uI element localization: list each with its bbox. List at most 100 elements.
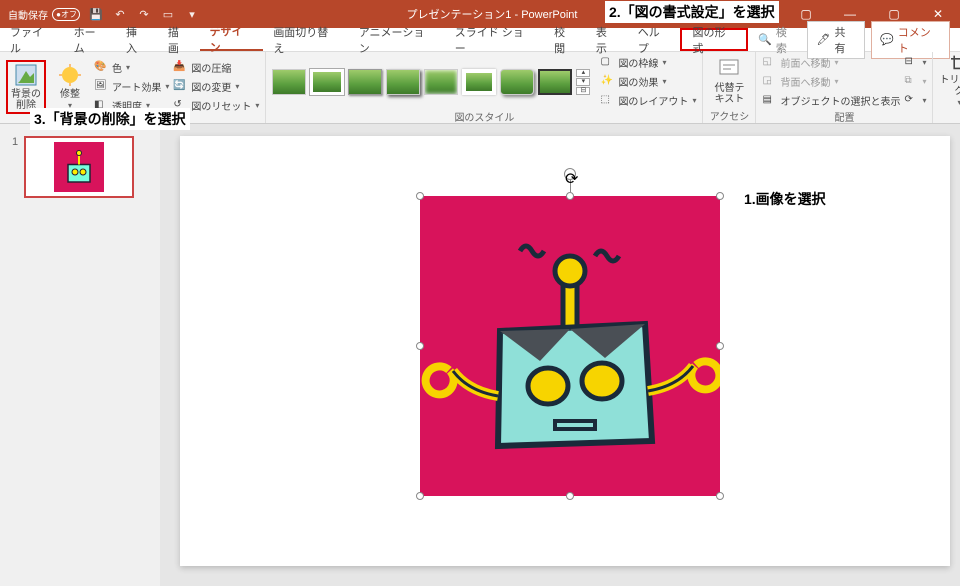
resize-handle[interactable] [716,492,724,500]
undo-icon[interactable]: ↶ [112,6,128,22]
gallery-more-icon[interactable]: ⊟ [576,87,590,95]
corrections-label: 修整 [60,89,80,100]
thumb-robot-icon [54,142,104,192]
remove-background-icon [14,63,38,87]
send-backward-icon: ◲ [762,75,776,89]
tab-help[interactable]: ヘルプ [628,28,681,51]
compress-pictures-button[interactable]: 📥図の圧縮 [173,59,259,76]
style-thumb[interactable] [348,69,382,95]
gallery-scroll[interactable]: ▴ ▾ ⊟ [576,69,590,95]
rotate-icon: ⟳ [904,94,918,108]
effects-icon: ✨ [600,75,614,89]
compress-icon: 📥 [173,61,187,75]
tab-transitions[interactable]: 画面切り替え [263,28,348,51]
annotation-step3: 3.「背景の削除」を選択 [30,108,190,130]
comment-icon: 💬 [880,33,894,46]
qat-more-icon[interactable]: ▾ [184,6,200,22]
style-thumb[interactable] [310,69,344,95]
artistic-icon: 🖼 [94,80,108,94]
tab-view[interactable]: 表示 [586,28,628,51]
slide-editor[interactable]: 1.画像を選択 [160,124,960,586]
autosave-label: 自動保存 [8,7,48,22]
tab-home[interactable]: ホーム [64,28,116,51]
selection-pane-icon: ▤ [762,94,776,108]
picture-border-button[interactable]: ▢図の枠線 ▾ [600,54,696,71]
tab-file[interactable]: ファイル [0,28,64,51]
rotation-handle[interactable]: ⟳ [564,168,576,180]
selection-pane-button[interactable]: ▤オブジェクトの選択と表示 [762,92,900,109]
gallery-up-icon[interactable]: ▴ [576,69,590,77]
robot-image [420,196,720,496]
remove-background-button[interactable]: 背景の 削除 [6,60,46,114]
style-thumb[interactable] [462,69,496,95]
picture-layout-button[interactable]: ⬚図のレイアウト ▾ [600,92,696,109]
slide-canvas[interactable]: 1.画像を選択 [180,136,950,566]
alt-text-button[interactable]: 代替テ キスト [709,54,749,108]
start-slideshow-icon[interactable]: ▭ [160,6,176,22]
group-picture-styles: ▴ ▾ ⊟ ▢図の枠線 ▾ ✨図の効果 ▾ ⬚図のレイアウト ▾ 図のスタイル [266,52,703,123]
group-size-label: サイズ [939,108,960,125]
tab-draw[interactable]: 描画 [158,28,200,51]
corrections-icon [58,63,82,87]
style-thumb[interactable] [500,69,534,95]
slide-number: 1 [12,136,18,198]
ribbon-tabs: ファイル ホーム 挿入 描画 デザイン 画面切り替え アニメーション スライド … [0,28,960,52]
crop-button[interactable]: トリミング ▾ [939,54,960,108]
bring-forward-icon: ◱ [762,56,776,70]
align-button[interactable]: ⊟▾ [904,54,926,71]
change-picture-icon: 🔄 [173,80,187,94]
group-size: トリミング ▾ ↕ 13.55 cm ⇅ ↔ 13.55 cm ⇅ サイズ [933,52,960,123]
group-arrange: ◱前面へ移動 ▾ ◲背面へ移動 ▾ ▤オブジェクトの選択と表示 ⊟▾ ⧉▾ ⟳▾… [756,52,933,123]
tab-animations[interactable]: アニメーション [349,28,445,51]
artistic-effects-button[interactable]: 🖼アート効果 ▾ [94,78,169,95]
picture-style-gallery[interactable]: ▴ ▾ ⊟ [272,69,590,95]
selected-image[interactable]: ⟳ [420,196,720,496]
autosave-pill: ●オフ [52,8,80,21]
alt-text-label: 代替テ キスト [714,83,744,105]
border-icon: ▢ [600,56,614,70]
annotation-step2: 2.「図の書式設定」を選択 [605,1,779,23]
resize-handle[interactable] [416,342,424,350]
picture-effects-button[interactable]: ✨図の効果 ▾ [600,73,696,90]
alt-text-icon [717,57,741,81]
group-accessibility: 代替テ キスト アクセシビリティ [703,52,756,123]
resize-handle[interactable] [416,492,424,500]
corrections-button[interactable]: 修整 ▾ [50,60,90,114]
style-thumb[interactable] [272,69,306,95]
workspace: 1 1.画像を選択 [0,124,960,586]
tab-design[interactable]: デザイン [200,28,264,51]
resize-handle[interactable] [416,192,424,200]
send-backward-button[interactable]: ◲背面へ移動 ▾ [762,73,900,90]
share-icon: 🖊 [816,33,830,46]
autosave-toggle[interactable]: 自動保存 ●オフ [8,7,80,22]
resize-handle[interactable] [566,492,574,500]
slide-thumbnail-pane: 1 [0,124,160,586]
style-thumb[interactable] [424,69,458,95]
resize-handle[interactable] [716,192,724,200]
redo-icon[interactable]: ↷ [136,6,152,22]
search-placeholder: 検索 [776,24,798,56]
layout-icon: ⬚ [600,94,614,108]
annotation-step1: 1.画像を選択 [740,188,830,210]
tab-slideshow[interactable]: スライド ショー [445,28,544,51]
style-thumb[interactable] [538,69,572,95]
color-button[interactable]: 🎨色 ▾ [94,59,169,76]
slide-thumbnail[interactable] [24,136,134,198]
style-thumb[interactable] [386,69,420,95]
bring-forward-button[interactable]: ◱前面へ移動 ▾ [762,54,900,71]
search-box[interactable]: 🔍 検索 [748,28,807,51]
resize-handle[interactable] [716,342,724,350]
tab-insert[interactable]: 挿入 [116,28,158,51]
rotate-button[interactable]: ⟳▾ [904,92,926,109]
gallery-down-icon[interactable]: ▾ [576,78,590,86]
color-icon: 🎨 [94,61,108,75]
resize-handle[interactable] [566,192,574,200]
align-icon: ⊟ [904,56,918,70]
crop-icon [947,54,960,73]
change-picture-button[interactable]: 🔄図の変更 ▾ [173,78,259,95]
tab-picture-format[interactable]: 図の形式 [680,28,748,51]
tab-review[interactable]: 校閲 [544,28,586,51]
save-icon[interactable]: 💾 [88,6,104,22]
crop-label: トリミング [939,75,960,97]
group-button[interactable]: ⧉▾ [904,73,926,90]
